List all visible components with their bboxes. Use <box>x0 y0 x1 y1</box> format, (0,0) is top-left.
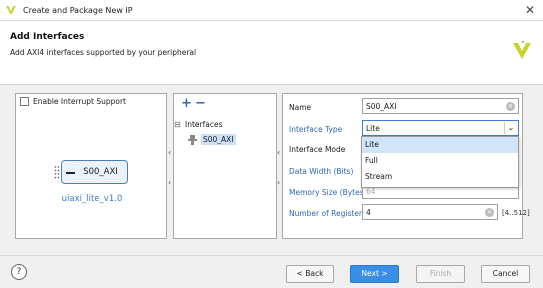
ip-symbol-panel: Enable Interrupt Support S00_AXI uiaxi_l… <box>15 93 167 239</box>
name-field[interactable]: S00_AXI ✕ <box>362 98 519 114</box>
add-interface-button[interactable]: + <box>181 96 192 111</box>
tree-root-label: Interfaces <box>185 120 223 129</box>
dropdown-option-lite[interactable]: Lite <box>362 137 518 153</box>
number-of-registers-label: Number of Registers <box>289 209 366 218</box>
interface-mode-label: Interface Mode <box>289 145 346 154</box>
number-of-registers-value: 4 <box>366 208 371 217</box>
interface-type-value: Lite <box>366 124 380 133</box>
tree-collapse-icon[interactable]: ⊟ <box>174 121 181 129</box>
grip-dots-icon <box>54 166 60 179</box>
ip-block-symbol[interactable]: S00_AXI <box>61 160 128 184</box>
tree-item-label: S00_AXI <box>201 134 236 145</box>
vivado-app-icon <box>6 6 16 15</box>
interface-type-label: Interface Type <box>289 125 343 134</box>
page-header: Add Interfaces Add AXI4 interfaces suppo… <box>0 21 543 85</box>
dropdown-option-stream[interactable]: Stream <box>362 169 518 185</box>
collapse-tree-arrow-icon[interactable]: ‹ <box>168 148 171 157</box>
page-title: Add Interfaces <box>10 32 85 42</box>
help-button[interactable]: ? <box>11 264 27 280</box>
registers-range-hint: [4..512] <box>502 209 530 217</box>
interface-type-dropdown[interactable]: Lite Full Stream <box>361 136 519 188</box>
interrupt-checkbox[interactable] <box>20 97 29 106</box>
name-value: S00_AXI <box>366 102 397 111</box>
memory-size-value: 64 <box>366 187 376 196</box>
interrupt-label: Enable Interrupt Support <box>33 97 126 106</box>
ip-block-label: S00_AXI <box>83 167 118 177</box>
next-button[interactable]: Next > <box>350 265 399 283</box>
window-title: Create and Package New IP <box>23 5 133 15</box>
remove-interface-button[interactable]: − <box>195 96 206 111</box>
clear-registers-icon[interactable]: ✕ <box>485 208 494 217</box>
interface-connector-icon <box>188 134 197 145</box>
close-window-icon[interactable]: ✕ <box>525 3 535 17</box>
chevron-down-icon[interactable]: ⌄ <box>504 122 517 134</box>
bus-port-icon <box>66 172 75 174</box>
cancel-button[interactable]: Cancel <box>481 265 530 283</box>
ip-name-caption: uiaxi_lite_v1.0 <box>61 194 123 204</box>
expand-left-arrow-icon[interactable]: ‹ <box>277 148 280 157</box>
number-of-registers-field[interactable]: 4 ✕ <box>362 204 498 220</box>
page-subtitle: Add AXI4 interfaces supported by your pe… <box>10 48 197 57</box>
finish-button[interactable]: Finish <box>416 265 465 283</box>
collapse-left-arrow-icon[interactable]: ‹ <box>168 178 171 187</box>
tree-item-s00-axi[interactable]: S00_AXI <box>188 134 236 145</box>
name-label: Name <box>289 103 312 112</box>
interfaces-tree-panel: + − ⊟ Interfaces S00_AXI <box>173 93 277 239</box>
data-width-label: Data Width (Bits) <box>289 167 354 176</box>
tree-root-interfaces[interactable]: ⊟ Interfaces <box>174 120 223 129</box>
memory-size-label: Memory Size (Bytes) <box>289 188 367 197</box>
interface-type-select[interactable]: Lite ⌄ <box>362 120 519 136</box>
title-bar: Create and Package New IP ✕ <box>0 0 543 21</box>
xilinx-logo-icon <box>513 41 531 59</box>
expand-right-arrow-icon[interactable]: › <box>277 178 280 187</box>
interrupt-option[interactable]: Enable Interrupt Support <box>20 97 126 106</box>
clear-name-icon[interactable]: ✕ <box>506 102 515 111</box>
footer-divider <box>0 255 543 256</box>
dropdown-option-full[interactable]: Full <box>362 153 518 169</box>
back-button[interactable]: < Back <box>286 265 334 283</box>
